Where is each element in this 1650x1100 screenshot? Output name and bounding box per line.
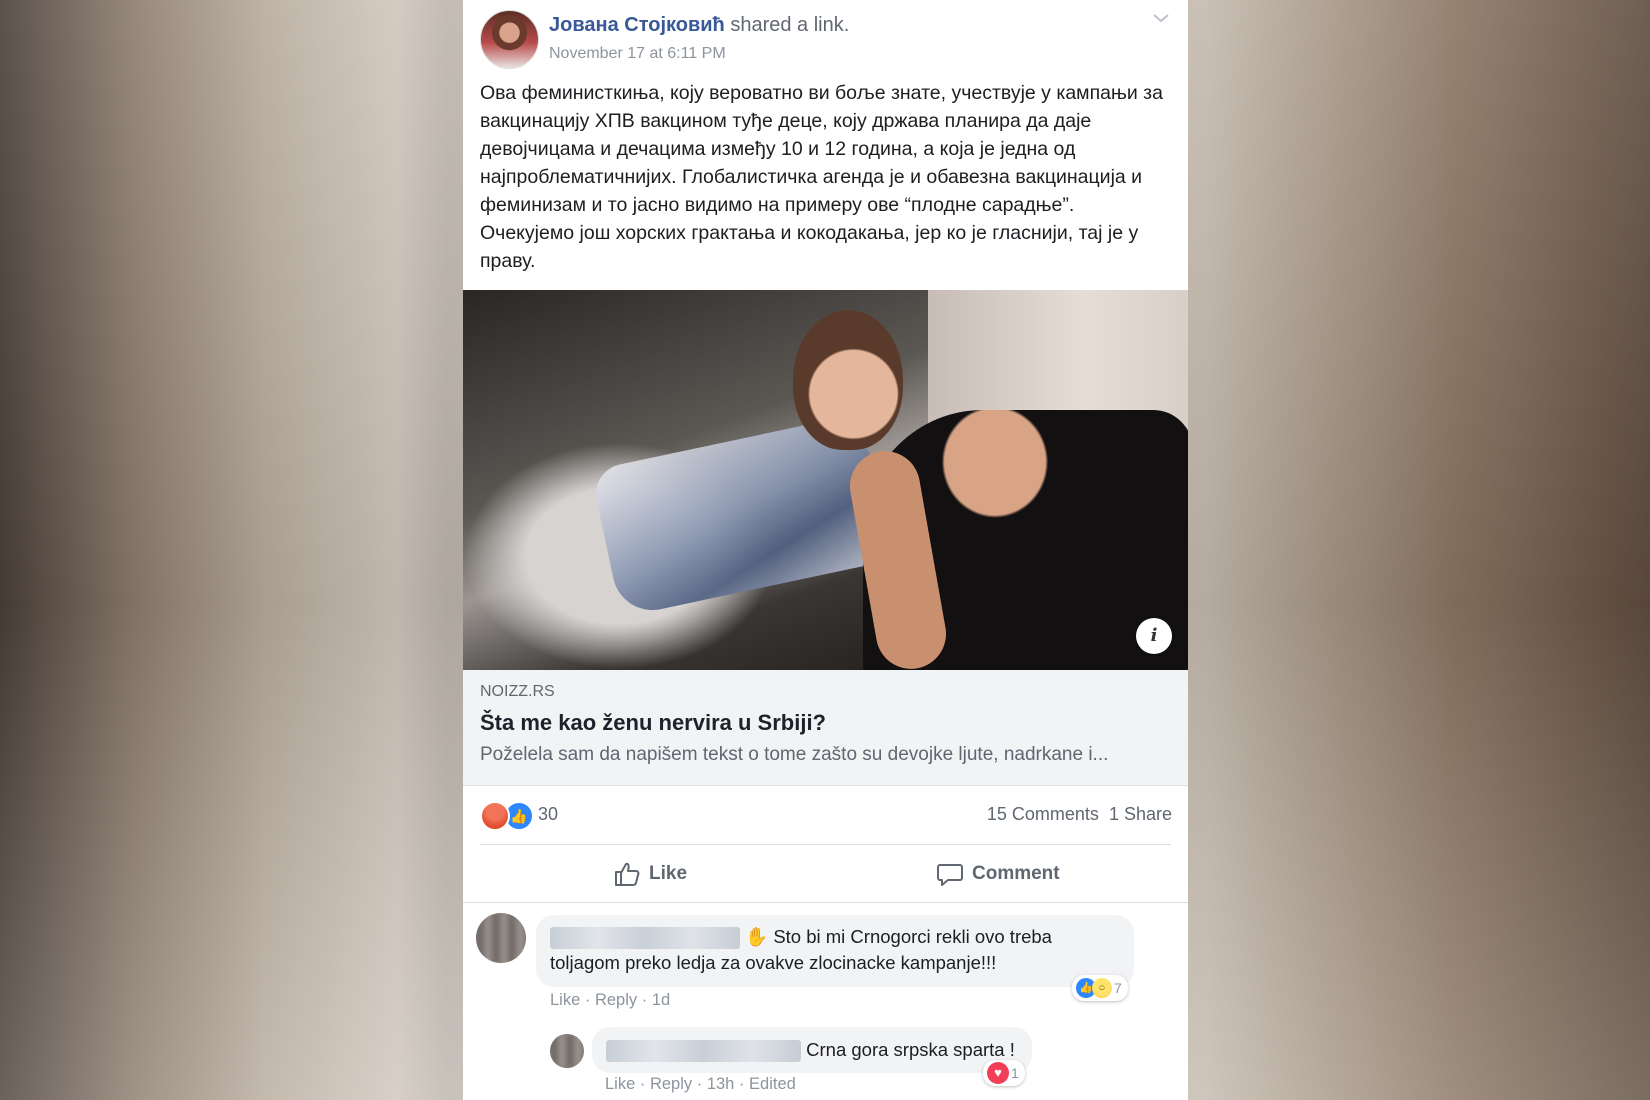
reply-time[interactable]: 13h xyxy=(707,1075,735,1093)
link-preview-meta[interactable]: NOIZZ.RS Šta me kao ženu nervira u Srbij… xyxy=(463,670,1188,786)
divider xyxy=(463,902,1188,903)
chevron-down-icon[interactable] xyxy=(1152,12,1170,24)
post-action-text: shared a link. xyxy=(730,14,850,36)
link-title[interactable]: Šta me kao ženu nervira u Srbiji? xyxy=(480,710,826,736)
like-button[interactable]: Like xyxy=(613,860,687,888)
photo-person-head xyxy=(793,310,903,450)
reaction-summary-bar: 👍 30 15 Comments 1 Share xyxy=(463,795,1188,835)
link-description: Poželela sam da napišem tekst o tome zaš… xyxy=(480,744,1109,765)
shares-count-link[interactable]: 1 Share xyxy=(1109,804,1172,824)
reply-bubble: Crna gora srpska sparta ! xyxy=(592,1027,1032,1073)
comment-button[interactable]: Comment xyxy=(936,860,1060,888)
comment-time[interactable]: 1d xyxy=(652,991,670,1009)
commenter-avatar[interactable] xyxy=(476,913,526,963)
reply-edited-label[interactable]: Edited xyxy=(749,1075,796,1093)
facebook-post-card: Јована Стојковић shared a link. November… xyxy=(463,0,1188,1100)
author-avatar[interactable] xyxy=(480,10,539,69)
post-body-text: Ова феминисткиња, коју вероватно ви боље… xyxy=(480,82,1163,272)
comments-count-link[interactable]: 15 Comments xyxy=(987,804,1099,824)
comment-actions: Like · Reply · 1d xyxy=(550,991,671,1009)
post-header: Јована Стојковић shared a link. xyxy=(549,14,849,37)
reply-text: Crna gora srpska sparta ! xyxy=(606,1037,1026,1063)
post-timestamp[interactable]: November 17 at 6:11 PM xyxy=(549,45,726,63)
divider xyxy=(480,844,1171,845)
thumbs-up-icon xyxy=(615,862,640,886)
reply-reaction-summary[interactable]: ♥ 1 xyxy=(983,1060,1025,1086)
angry-reaction-icon[interactable] xyxy=(480,801,510,831)
comment-reaction-summary[interactable]: 👍 ○ 7 xyxy=(1072,975,1128,1001)
reply-actions: Like · Reply · 13h · Edited xyxy=(605,1075,796,1093)
wow-reaction-icon: ○ xyxy=(1092,978,1112,998)
commenter-name-redacted[interactable] xyxy=(550,927,740,950)
like-button-label: Like xyxy=(649,863,688,884)
reply-commenter-name-redacted[interactable] xyxy=(606,1040,801,1063)
comment-button-label: Comment xyxy=(972,863,1060,884)
comment-reply-link[interactable]: Reply xyxy=(595,991,637,1009)
comment-bubble: ✋ Sto bi mi Crnogorci rekli ovo treba to… xyxy=(536,915,1134,987)
comment-like-link[interactable]: Like xyxy=(550,991,580,1009)
info-icon[interactable]: i xyxy=(1136,618,1172,654)
reply-commenter-avatar[interactable] xyxy=(550,1034,584,1068)
raised-hand-emoji: ✋ xyxy=(745,926,769,947)
reaction-count[interactable]: 30 xyxy=(538,804,558,825)
engagement-counts: 15 Comments 1 Share xyxy=(987,804,1172,825)
link-preview-image[interactable] xyxy=(463,290,1188,670)
author-name-link[interactable]: Јована Стојковић xyxy=(549,14,725,36)
reply-reply-link[interactable]: Reply xyxy=(650,1075,692,1093)
comment-text: ✋ Sto bi mi Crnogorci rekli ovo treba to… xyxy=(550,926,1052,973)
link-domain: NOIZZ.RS xyxy=(480,683,555,700)
heart-reaction-icon: ♥ xyxy=(987,1062,1009,1084)
reply-like-link[interactable]: Like xyxy=(605,1075,635,1093)
comment-bubble-icon xyxy=(937,864,963,886)
post-action-bar: Like Comment xyxy=(463,848,1188,898)
